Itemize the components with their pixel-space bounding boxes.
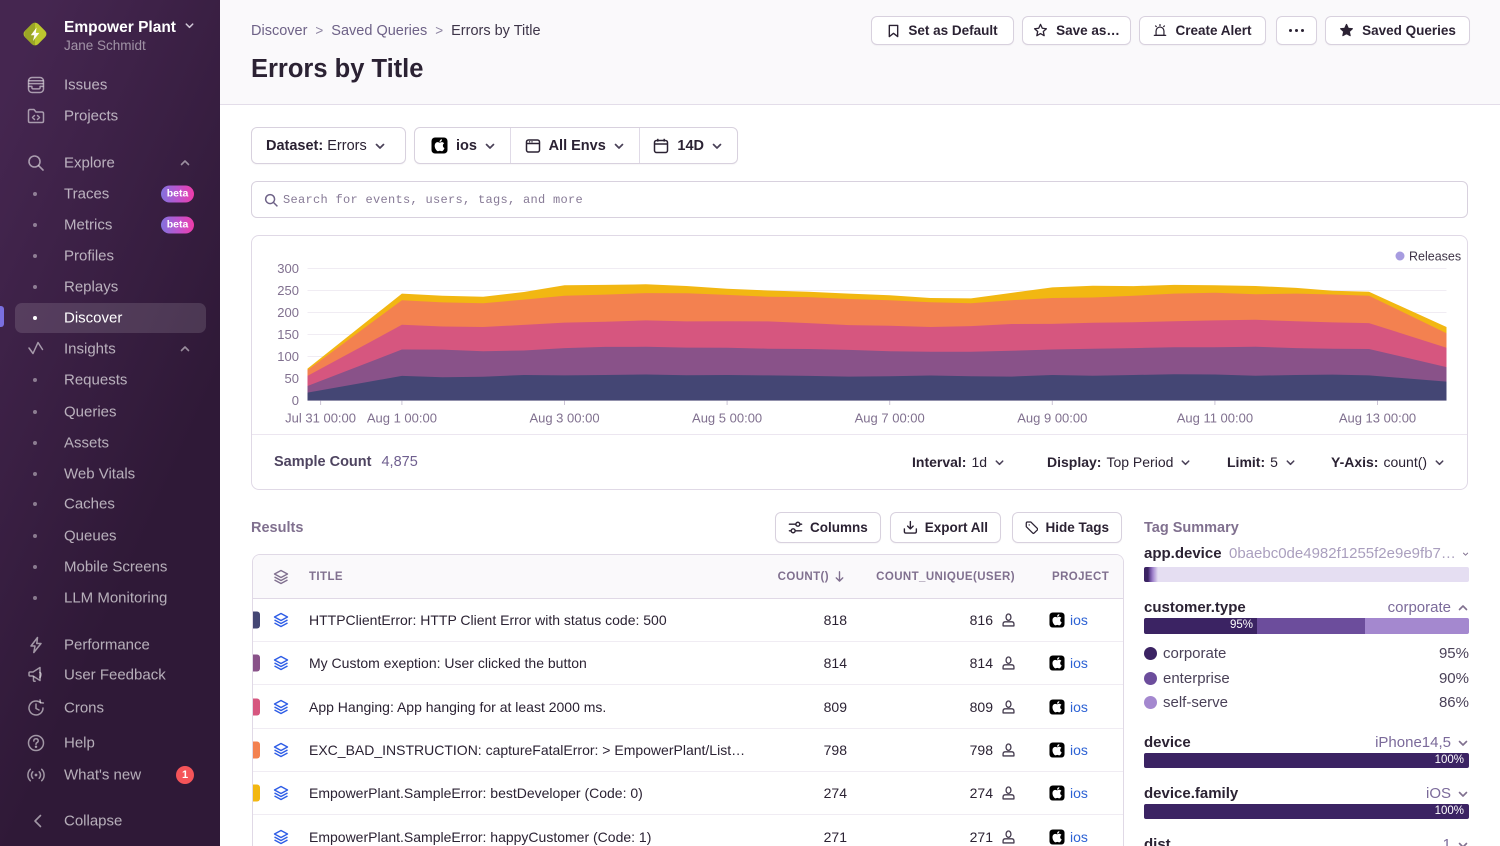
svg-text:Aug 3 00:00: Aug 3 00:00 [529, 411, 599, 426]
svg-text:Aug 13 00:00: Aug 13 00:00 [1339, 411, 1416, 426]
svg-text:Releases: Releases [1409, 250, 1461, 264]
svg-text:150: 150 [277, 327, 299, 342]
svg-text:Aug 9 00:00: Aug 9 00:00 [1017, 411, 1087, 426]
svg-text:0: 0 [292, 393, 299, 408]
svg-text:50: 50 [285, 371, 299, 386]
svg-text:Aug 1 00:00: Aug 1 00:00 [367, 411, 437, 426]
svg-text:200: 200 [277, 305, 299, 320]
svg-text:Aug 11 00:00: Aug 11 00:00 [1177, 411, 1253, 426]
svg-text:250: 250 [277, 283, 299, 298]
svg-text:300: 300 [277, 261, 299, 276]
svg-text:Jul 31 00:00: Jul 31 00:00 [285, 411, 356, 426]
svg-text:Aug 7 00:00: Aug 7 00:00 [855, 411, 925, 426]
svg-text:100: 100 [277, 349, 299, 364]
svg-text:Aug 5 00:00: Aug 5 00:00 [692, 411, 762, 426]
